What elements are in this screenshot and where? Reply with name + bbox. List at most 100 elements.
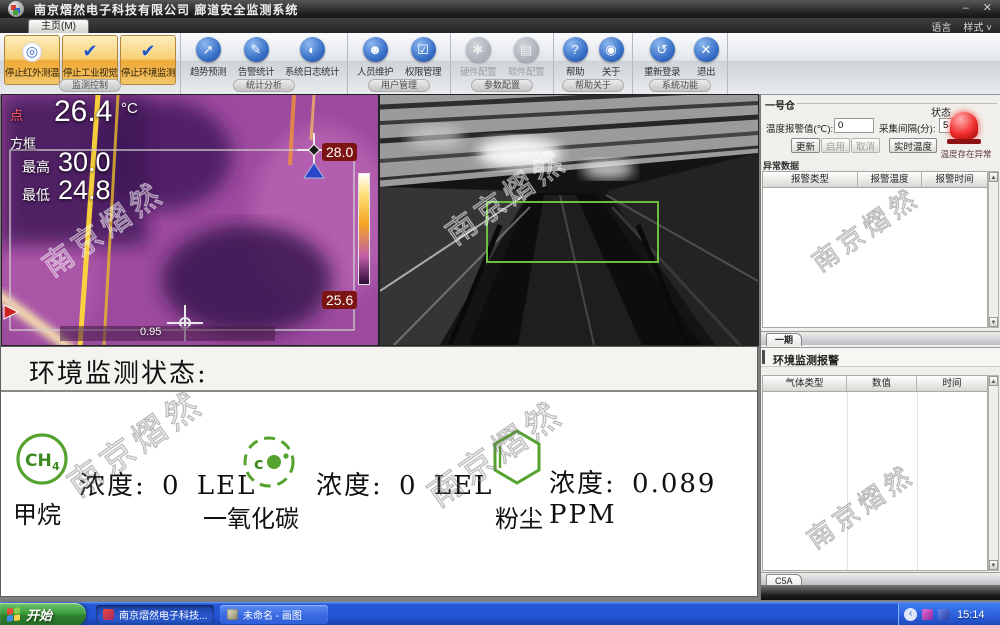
temp-alarm-input[interactable] [834, 118, 874, 133]
stop-infrared-button[interactable]: ◎ 停止红外测温 [4, 35, 60, 85]
tray-chevron-icon[interactable]: ‹ [904, 608, 917, 621]
about-button[interactable]: ◉ 关于 [594, 35, 628, 78]
group-label-help-about: 帮助关于 [562, 79, 624, 92]
tray-icon-1[interactable] [922, 609, 933, 620]
tray-icon-2[interactable] [938, 609, 949, 620]
relogin-button[interactable]: ↺ 重新登录 [637, 35, 687, 78]
gas-name-methane: 甲烷 [13, 495, 61, 530]
env-col-time: 时间 [917, 376, 987, 391]
menu-language[interactable]: 语言 [931, 19, 951, 34]
spot-temperature-value: 26.4 [54, 95, 112, 129]
group-label-system-functions: 系统功能 [649, 79, 711, 92]
minimize-button[interactable]: – [963, 2, 969, 14]
env-col-gas: 气体类型 [763, 376, 847, 391]
about-globe-icon: ◉ [599, 37, 624, 62]
env-table-scrollbar[interactable]: ▲ ▼ [988, 375, 999, 571]
alarm-table-body: 南京熠然 [763, 188, 987, 327]
system-tray: ‹ 15:14 [898, 603, 1000, 625]
permission-management-button[interactable]: ☑ 权限管理 [400, 35, 446, 78]
gas-reading-co: 浓度: 0 LEL [316, 465, 493, 502]
station-panel: 一号仓 状态 温度报警值(℃): 采集间隔(分): 更新 启用 取消 实时温度 … [760, 95, 1000, 600]
cctv-image [380, 95, 758, 345]
temperature-unit: °C [121, 100, 138, 117]
start-button[interactable]: 开始 [0, 603, 86, 625]
tab-home[interactable]: 主页(M) [28, 19, 89, 33]
paint-task-icon [227, 609, 238, 620]
max-temperature-value: 30.0 [58, 147, 111, 178]
thermal-camera-view: 点 26.4 °C 方框 最高 30.0 最低 24.8 28.0 25.6 0… [2, 95, 378, 345]
max-label: 最高 [22, 157, 50, 177]
app-logo-icon [8, 1, 24, 17]
env-alarm-table: 气体类型 数值 时间 南京熠然 [762, 375, 988, 571]
permission-icon: ☑ [411, 37, 436, 62]
menu-style[interactable]: 样式 ˅ [963, 19, 992, 34]
env-status-header: 环境监测状态: [1, 347, 757, 392]
software-config-icon: ▤ [514, 37, 539, 62]
alarm-lamp-icon [949, 112, 979, 144]
lamp-caption: 温度存在异常 [923, 148, 1000, 160]
task-monitor-app[interactable]: 南京熠然电子科技... [96, 605, 214, 624]
interval-label: 采集间隔(分): [879, 121, 935, 135]
hardware-config-button: ✱ 硬件配置 [455, 35, 501, 78]
personnel-maintenance-button[interactable]: ☻ 人员维护 [352, 35, 398, 78]
scroll-down-icon[interactable]: ▼ [989, 317, 998, 327]
svg-text:c: c [254, 454, 263, 473]
ribbon-group-parameter-config: ✱ 硬件配置 ▤ 软件配置 参数配置 [451, 33, 554, 94]
env-col-value: 数值 [847, 376, 917, 391]
spot-label: 点 [10, 105, 23, 124]
system-log-statistics-button[interactable]: ◐ 系统日志统计 [281, 35, 343, 78]
scroll-up-icon[interactable]: ▲ [989, 172, 998, 182]
group-label-statistics: 统计分析 [233, 79, 295, 92]
clock: 15:14 [957, 609, 985, 621]
cctv-camera-view: 南京熠然 [380, 95, 758, 345]
stop-industrial-vision-button[interactable]: ✔ 停止工业视觉 [62, 35, 118, 85]
bottom-tabstrip: C5A [761, 572, 1000, 585]
start-label: 开始 [26, 605, 52, 624]
hardware-config-icon: ✱ [466, 37, 491, 62]
personnel-icon: ☻ [363, 37, 388, 62]
alarm-col-temp: 报警温度 [858, 172, 922, 187]
alarm-col-type: 报警类型 [763, 172, 858, 187]
env-alarm-header: 环境监测报警 [761, 347, 1000, 367]
checkmark-icon: ✔ [82, 39, 97, 65]
svg-text:CH: CH [25, 451, 52, 471]
panel-bottom-strip [761, 585, 1000, 600]
svg-text:4: 4 [52, 460, 60, 473]
menu-bar: 主页(M) 语言 样式 ˅ [0, 18, 1000, 33]
help-icon: ? [563, 37, 588, 62]
alarm-table: 报警类型 报警温度 报警时间 南京熠然 [762, 171, 988, 328]
box-label: 方框 [10, 133, 36, 152]
ribbon-group-monitor-control: ◎ 停止红外测温 ✔ 停止工业视觉 ✔ 停止环境监测 监测控制 [0, 33, 181, 94]
temperature-scale-bar [358, 173, 370, 285]
app-task-icon [103, 609, 114, 620]
dust-icon [489, 427, 545, 489]
alarm-statistics-icon: ✎ [244, 37, 269, 62]
help-button[interactable]: ? 帮助 [558, 35, 592, 78]
exit-button[interactable]: ✕ 退出 [689, 35, 723, 78]
update-button[interactable]: 更新 [791, 138, 820, 153]
gas-reading-dust: 浓度: 0.089 PPM [549, 463, 757, 530]
alarm-statistics-button[interactable]: ✎ 告警统计 [233, 35, 279, 78]
checkmark-icon: ✔ [140, 39, 155, 65]
alarm-col-time: 报警时间 [922, 172, 987, 187]
group-divider [797, 103, 997, 104]
scroll-up-icon[interactable]: ▲ [989, 376, 998, 386]
temp-alarm-label: 温度报警值(℃): [766, 121, 833, 135]
group-label-monitor-control: 监测控制 [59, 79, 121, 92]
stop-env-monitor-button[interactable]: ✔ 停止环境监测 [120, 35, 176, 85]
status-label: 状态 [931, 104, 951, 119]
ribbon-group-system-functions: ↺ 重新登录 ✕ 退出 系统功能 [633, 33, 728, 94]
tab-phase-1[interactable]: 一期 [766, 333, 802, 346]
close-button[interactable]: ✕ [983, 2, 992, 14]
alarm-table-scrollbar[interactable]: ▲ ▼ [988, 171, 999, 328]
emissivity-value: 0.95 [140, 326, 161, 338]
scroll-down-icon[interactable]: ▼ [989, 560, 998, 570]
group-label-user-management: 用户管理 [368, 79, 430, 92]
trend-forecast-button[interactable]: ↗ 趋势预测 [185, 35, 231, 78]
task-paint[interactable]: 未命名 - 画图 [220, 605, 328, 624]
carbon-monoxide-icon: c [241, 433, 297, 491]
ribbon-toolbar: ◎ 停止红外测温 ✔ 停止工业视觉 ✔ 停止环境监测 监测控制 ↗ 趋势预测 [0, 33, 1000, 95]
station-group-title: 一号仓 [765, 97, 795, 112]
env-alarm-title: 环境监测报警 [773, 352, 839, 368]
title-bar: 南京熠然电子科技有限公司 廊道安全监测系统 – ✕ [0, 0, 1000, 18]
